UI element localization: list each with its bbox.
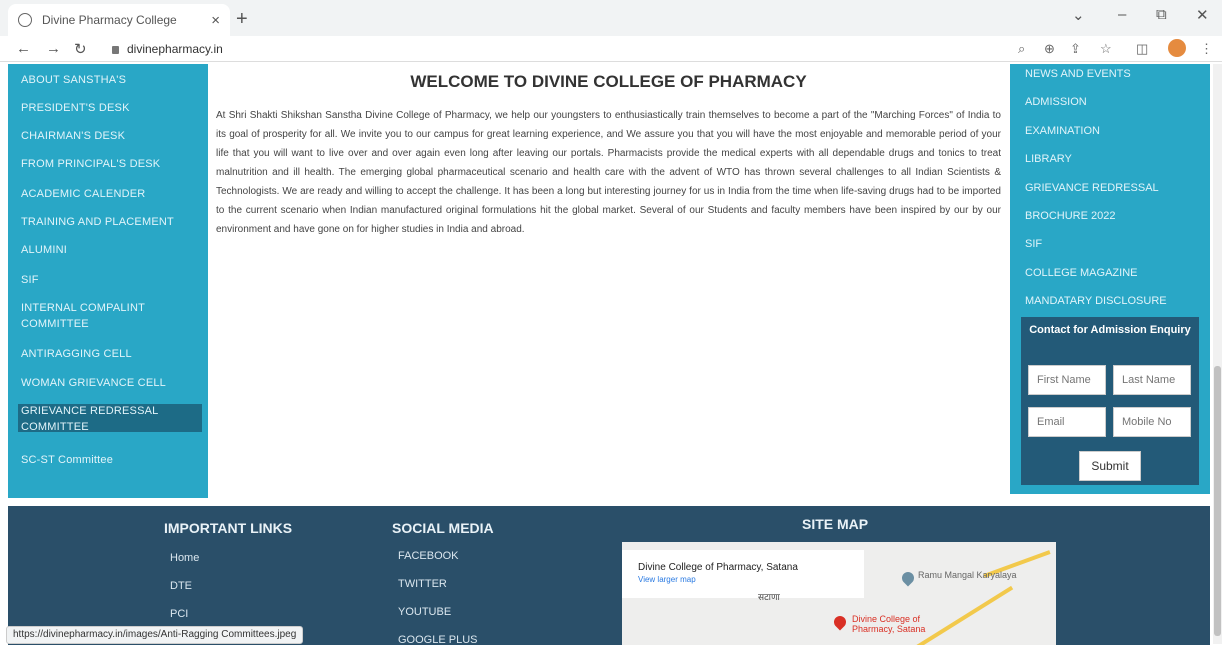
side-panel-icon[interactable]: ◫ [1136, 41, 1148, 57]
sidebar-item-examination[interactable]: EXAMINATION [1025, 125, 1100, 137]
footer-link-pci[interactable]: PCI [170, 608, 188, 620]
sidebar-item-training-placement[interactable]: TRAINING AND PLACEMENT [21, 214, 197, 230]
minimize-icon[interactable]: – [1118, 6, 1126, 23]
sidebar-item-antiragging-cell[interactable]: ANTIRAGGING CELL [21, 346, 197, 362]
first-name-field[interactable] [1028, 365, 1106, 395]
share-icon[interactable]: ⇪ [1070, 41, 1081, 57]
sidebar-item-mandatary-disclosure[interactable]: MANDATARY DISCLOSURE [1025, 295, 1167, 307]
sidebar-item-grievance-redressal[interactable]: GRIEVANCE REDRESSAL [1025, 182, 1159, 194]
chevron-down-icon[interactable]: ⌄ [1072, 6, 1085, 24]
footer-link-youtube[interactable]: YOUTUBE [398, 606, 451, 618]
submit-button[interactable]: Submit [1079, 451, 1141, 481]
browser-tab[interactable]: Divine Pharmacy College × [8, 4, 230, 36]
address-bar: ← → ↻ divinepharmacy.in ⌕ ⊕ ⇪ ☆ ◫ ⋮ [0, 36, 1222, 62]
zoom-icon[interactable]: ⊕ [1044, 41, 1055, 57]
sidebar-item-academic-calender[interactable]: ACADEMIC CALENDER [21, 186, 197, 202]
back-icon[interactable]: ← [16, 40, 31, 57]
view-larger-map-link[interactable]: View larger map [638, 575, 864, 584]
footer: IMPORTANT LINKS Home DTE PCI SOCIAL MEDI… [8, 506, 1210, 646]
admission-enquiry-form: Contact for Admission Enquiry Submit [1021, 317, 1199, 485]
footer-link-facebook[interactable]: FACEBOOK [398, 550, 459, 562]
sidebar-item-principals-desk[interactable]: FROM PRINCIPAL'S DESK [21, 156, 197, 172]
sidebar-item-internal-complaint[interactable]: INTERNAL COMPALINT COMMITTEE [21, 300, 171, 332]
url-text: divinepharmacy.in [127, 42, 223, 56]
restore-icon[interactable]: ⧉ [1156, 6, 1167, 23]
sidebar-item-about-sanstha[interactable]: ABOUT SANSTHA'S [21, 72, 197, 88]
social-media-title: SOCIAL MEDIA [392, 520, 494, 536]
status-bar: https://divinepharmacy.in/images/Anti-Ra… [6, 626, 304, 644]
footer-link-google-plus[interactable]: GOOGLE PLUS [398, 634, 477, 646]
new-tab-icon[interactable]: + [236, 8, 248, 31]
sidebar-item-chairmans-desk[interactable]: CHAIRMAN'S DESK [21, 128, 197, 144]
email-field[interactable] [1028, 407, 1106, 437]
page-scrollbar[interactable] [1213, 64, 1222, 644]
mobile-field[interactable] [1113, 407, 1191, 437]
map-place-icon [899, 569, 917, 587]
sidebar-item-library[interactable]: LIBRARY [1025, 153, 1072, 165]
last-name-field[interactable] [1113, 365, 1191, 395]
reload-icon[interactable]: ↻ [74, 40, 87, 58]
sidebar-item-news-events[interactable]: NEWS AND EVENTS [1025, 68, 1131, 80]
sidebar-item-presidents-desk[interactable]: PRESIDENT'S DESK [21, 100, 197, 116]
map-place-label: Ramu Mangal Karyalaya [918, 570, 1017, 580]
footer-link-twitter[interactable]: TWITTER [398, 578, 447, 590]
tab-title: Divine Pharmacy College [42, 13, 177, 27]
sidebar-item-brochure[interactable]: BROCHURE 2022 [1025, 210, 1115, 222]
sidebar-item-sc-st[interactable]: SC-ST Committee [21, 452, 197, 468]
important-links-title: IMPORTANT LINKS [164, 520, 293, 536]
sidebar-item-alumini[interactable]: ALUMINI [21, 242, 197, 258]
main-content: WELCOME TO DIVINE COLLEGE OF PHARMACY At… [216, 64, 1001, 239]
map-pin-label: Divine College of Pharmacy, Satana [852, 614, 926, 634]
profile-avatar[interactable] [1168, 39, 1186, 57]
sidebar-item-sif[interactable]: SIF [21, 272, 197, 288]
left-sidebar: ABOUT SANSTHA'S PRESIDENT'S DESK CHAIRMA… [8, 64, 208, 498]
footer-link-home[interactable]: Home [170, 552, 199, 564]
sidebar-item-woman-grievance[interactable]: WOMAN GRIEVANCE CELL [21, 375, 197, 391]
footer-link-dte[interactable]: DTE [170, 580, 192, 592]
sidebar-item-college-magazine[interactable]: COLLEGE MAGAZINE [1025, 267, 1137, 279]
browser-tab-bar: Divine Pharmacy College × + ⌄ – ⧉ ✕ [0, 0, 1222, 36]
url-field[interactable]: divinepharmacy.in [112, 42, 223, 56]
site-map-title: SITE MAP [802, 516, 869, 532]
bookmark-star-icon[interactable]: ☆ [1100, 41, 1112, 57]
forward-icon[interactable]: → [46, 40, 61, 57]
sidebar-item-sif-right[interactable]: SIF [1025, 238, 1042, 250]
search-icon[interactable]: ⌕ [1018, 41, 1025, 57]
lock-icon [112, 45, 119, 54]
form-title: Contact for Admission Enquiry [1029, 324, 1191, 336]
sidebar-item-grievance-committee[interactable]: GRIEVANCE REDRESSAL COMMITTEE [21, 403, 171, 435]
scrollbar-thumb[interactable] [1214, 366, 1221, 636]
welcome-paragraph: At Shri Shakti Shikshan Sanstha Divine C… [216, 110, 1001, 235]
tab-close-icon[interactable]: × [211, 12, 220, 29]
globe-icon [18, 13, 32, 27]
window-close-icon[interactable]: ✕ [1196, 6, 1209, 24]
map-info-card: Divine College of Pharmacy, Satana View … [622, 550, 864, 598]
map-place-name: Divine College of Pharmacy, Satana [638, 562, 798, 573]
page-title: WELCOME TO DIVINE COLLEGE OF PHARMACY [410, 72, 807, 91]
map-town-label: सटाणा [758, 592, 780, 602]
menu-dots-icon[interactable]: ⋮ [1200, 41, 1213, 57]
sidebar-item-admission[interactable]: ADMISSION [1025, 96, 1087, 108]
map-pin-icon[interactable] [831, 613, 849, 631]
site-map[interactable]: Divine College of Pharmacy, Satana View … [622, 542, 1056, 645]
